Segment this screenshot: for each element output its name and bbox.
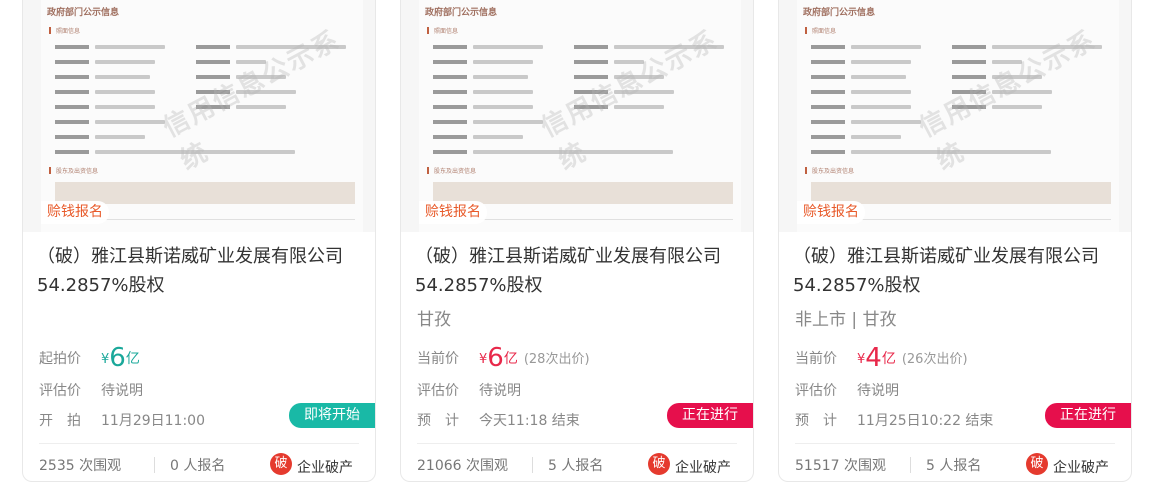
time-row: 预 计 今天11:18 结束 <box>417 410 580 430</box>
divider <box>417 443 737 444</box>
auction-region: 甘孜 <box>417 310 451 330</box>
time-value: 11月29日11:00 <box>101 413 205 429</box>
eval-label: 评估价 <box>39 383 81 399</box>
doc-title: 政府部门公示信息 <box>47 8 120 18</box>
auction-thumbnail[interactable]: 政府部门公示信息 照面信息 股东及出资信息 信用信息公示系统 赊钱报名 <box>779 0 1131 232</box>
price-label: 起拍价 <box>39 351 81 367</box>
price-value: 4 <box>865 343 882 373</box>
time-label: 预 计 <box>795 413 837 429</box>
doc-section: 股东及出资信息 <box>427 166 476 175</box>
auction-card[interactable]: 政府部门公示信息 照面信息 股东及出资信息 信用信息公示系统 赊钱报名 （破）雅… <box>22 0 376 482</box>
doc-section: 股东及出资信息 <box>49 166 98 175</box>
eval-value: 待说明 <box>101 383 143 399</box>
price-unit: 亿 <box>503 351 518 367</box>
status-badge: 正在进行 <box>1045 403 1131 428</box>
auction-thumbnail[interactable]: 政府部门公示信息 照面信息 股东及出资信息 信用信息公示系统 赊钱报名 <box>401 0 753 232</box>
price-row: 起拍价 ¥6亿 <box>39 343 146 373</box>
doc-section: 照面信息 <box>427 26 458 35</box>
auction-title[interactable]: （破）雅江县斯诺威矿业发展有限公司54.2857%股权 <box>37 242 367 300</box>
bankruptcy-seal-icon: 破 <box>1026 453 1048 475</box>
auction-card-row: 政府部门公示信息 照面信息 股东及出资信息 信用信息公示系统 赊钱报名 （破）雅… <box>0 0 1153 488</box>
eval-row: 评估价 待说明 <box>795 380 899 400</box>
auction-title[interactable]: （破）雅江县斯诺威矿业发展有限公司54.2857%股权 <box>415 242 745 300</box>
divider <box>532 457 533 473</box>
auction-thumbnail[interactable]: 政府部门公示信息 照面信息 股东及出资信息 信用信息公示系统 赊钱报名 <box>23 0 375 232</box>
time-row: 预 计 11月25日10:22 结束 <box>795 410 993 430</box>
price-value: 6 <box>109 343 126 373</box>
eval-row: 评估价 待说明 <box>417 380 521 400</box>
doc-section: 照面信息 <box>805 26 836 35</box>
eval-value: 待说明 <box>479 383 521 399</box>
view-count: 21066 次围观 <box>417 458 508 474</box>
auction-title[interactable]: （破）雅江县斯诺威矿业发展有限公司54.2857%股权 <box>793 242 1123 300</box>
price-label: 当前价 <box>417 351 459 367</box>
price-row: 当前价 ¥4亿 (26次出价) <box>795 343 968 373</box>
eval-value: 待说明 <box>857 383 899 399</box>
doc-title: 政府部门公示信息 <box>425 8 498 18</box>
signup-count: 5 人报名 <box>926 458 982 474</box>
document-preview-image: 政府部门公示信息 照面信息 股东及出资信息 信用信息公示系统 <box>41 0 363 232</box>
doc-section: 照面信息 <box>49 26 80 35</box>
price-value: 6 <box>487 343 504 373</box>
category-label: 企业破产 <box>1053 460 1109 476</box>
promo-tag: 赊钱报名 <box>419 201 487 224</box>
bankruptcy-seal-icon: 破 <box>648 453 670 475</box>
signup-count: 0 人报名 <box>170 458 226 474</box>
time-label: 开 拍 <box>39 413 81 429</box>
eval-row: 评估价 待说明 <box>39 380 143 400</box>
bid-count: (26次出价) <box>901 352 968 367</box>
auction-card[interactable]: 政府部门公示信息 照面信息 股东及出资信息 信用信息公示系统 赊钱报名 （破）雅… <box>400 0 754 482</box>
promo-tag: 赊钱报名 <box>41 201 109 224</box>
document-preview-image: 政府部门公示信息 照面信息 股东及出资信息 信用信息公示系统 <box>797 0 1119 232</box>
status-badge: 正在进行 <box>667 403 753 428</box>
eval-label: 评估价 <box>795 383 837 399</box>
signup-count: 5 人报名 <box>548 458 604 474</box>
time-value: 11月25日10:22 结束 <box>857 413 994 429</box>
divider <box>154 457 155 473</box>
auction-card[interactable]: 政府部门公示信息 照面信息 股东及出资信息 信用信息公示系统 赊钱报名 （破）雅… <box>778 0 1132 482</box>
time-label: 预 计 <box>417 413 459 429</box>
eval-label: 评估价 <box>417 383 459 399</box>
document-preview-image: 政府部门公示信息 照面信息 股东及出资信息 信用信息公示系统 <box>419 0 741 232</box>
price-unit: 亿 <box>881 351 896 367</box>
time-value: 今天11:18 结束 <box>479 413 580 429</box>
view-count: 2535 次围观 <box>39 458 122 474</box>
category-label: 企业破产 <box>297 460 353 476</box>
promo-tag: 赊钱报名 <box>797 201 865 224</box>
category-label: 企业破产 <box>675 460 731 476</box>
status-badge: 即将开始 <box>289 403 375 428</box>
price-unit: 亿 <box>125 351 140 367</box>
doc-title: 政府部门公示信息 <box>803 8 876 18</box>
price-label: 当前价 <box>795 351 837 367</box>
bid-count: (28次出价) <box>523 352 590 367</box>
auction-region: 非上市 | 甘孜 <box>795 310 897 330</box>
price-row: 当前价 ¥6亿 (28次出价) <box>417 343 590 373</box>
view-count: 51517 次围观 <box>795 458 886 474</box>
time-row: 开 拍 11月29日11:00 <box>39 410 205 430</box>
bankruptcy-seal-icon: 破 <box>270 453 292 475</box>
divider <box>910 457 911 473</box>
doc-section: 股东及出资信息 <box>805 166 854 175</box>
divider <box>795 443 1115 444</box>
divider <box>39 443 359 444</box>
